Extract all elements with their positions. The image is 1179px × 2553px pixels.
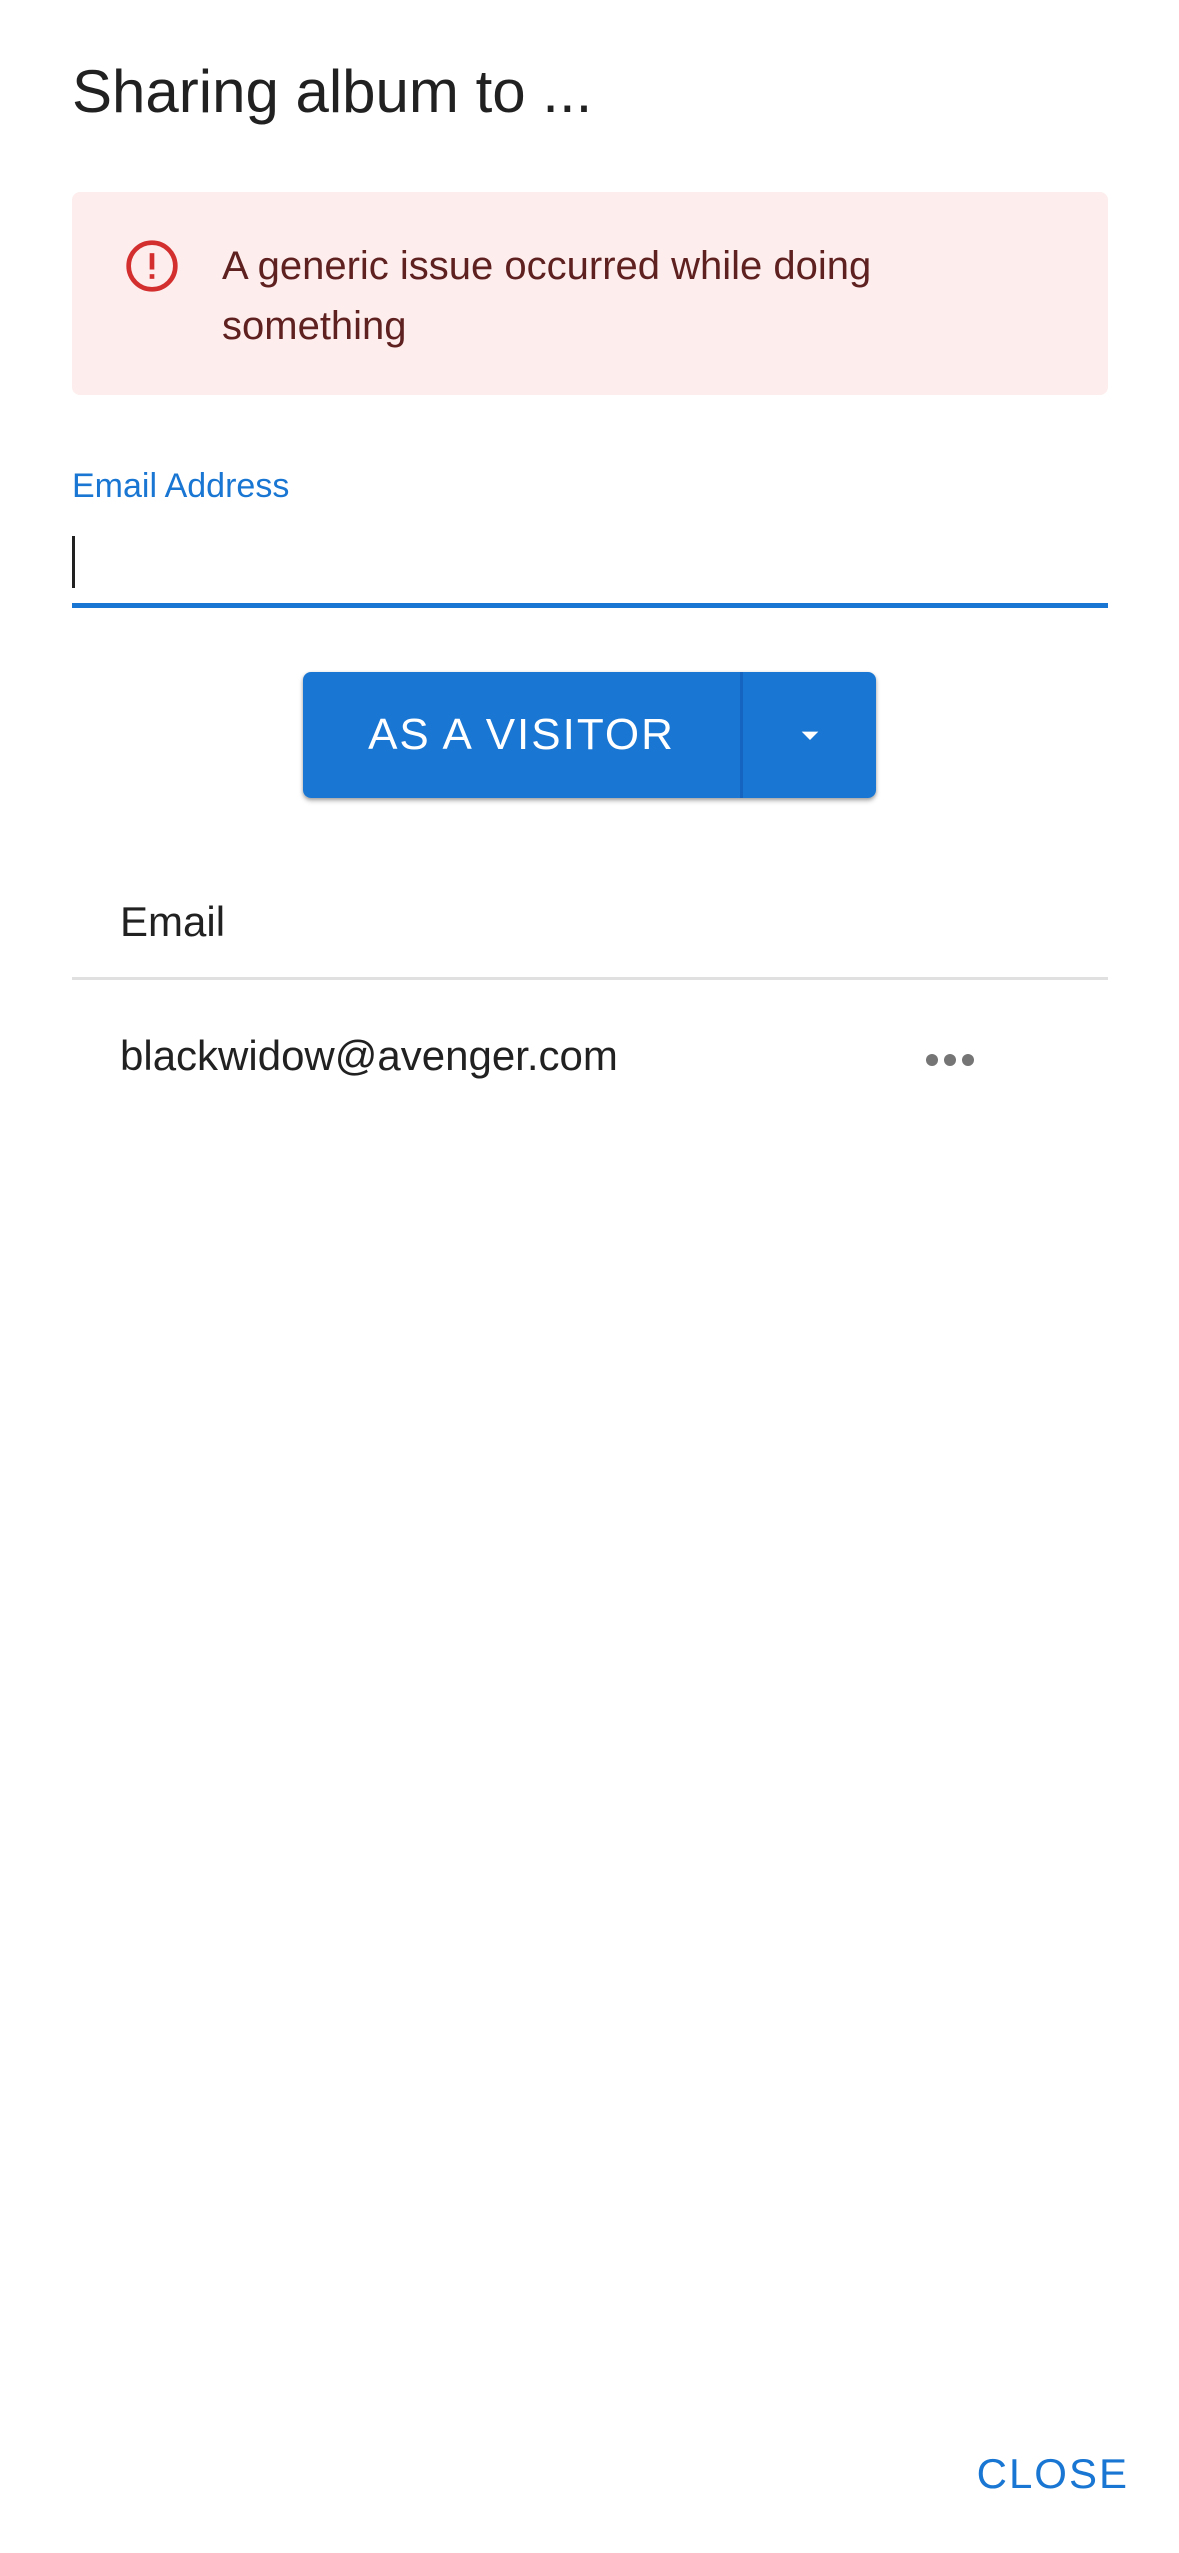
alert-message: A generic issue occurred while doing som… bbox=[222, 244, 872, 348]
table-header: Email bbox=[72, 880, 1108, 980]
error-alert: A generic issue occurred while doing som… bbox=[72, 192, 1108, 395]
row-email: blackwidow@avenger.com bbox=[120, 1032, 618, 1079]
text-caret bbox=[72, 536, 75, 588]
share-album-dialog: Sharing album to ... A generic issue occ… bbox=[0, 0, 1179, 2553]
table-row: blackwidow@avenger.com bbox=[72, 980, 1108, 1140]
role-dropdown-button[interactable] bbox=[743, 672, 876, 798]
row-more-menu-button[interactable] bbox=[910, 1020, 990, 1100]
email-input[interactable] bbox=[72, 520, 1108, 608]
dialog-title: Sharing album to ... bbox=[72, 58, 593, 125]
as-visitor-button[interactable]: AS A VISITOR bbox=[303, 672, 743, 798]
more-horiz-icon bbox=[926, 1054, 974, 1066]
arrow-drop-down-icon bbox=[801, 731, 818, 740]
error-outline-icon bbox=[126, 240, 178, 292]
column-header-email: Email bbox=[120, 898, 226, 945]
share-split-button: AS A VISITOR bbox=[303, 672, 876, 798]
close-button[interactable]: CLOSE bbox=[977, 2440, 1129, 2508]
email-field-label: Email Address bbox=[72, 467, 290, 505]
